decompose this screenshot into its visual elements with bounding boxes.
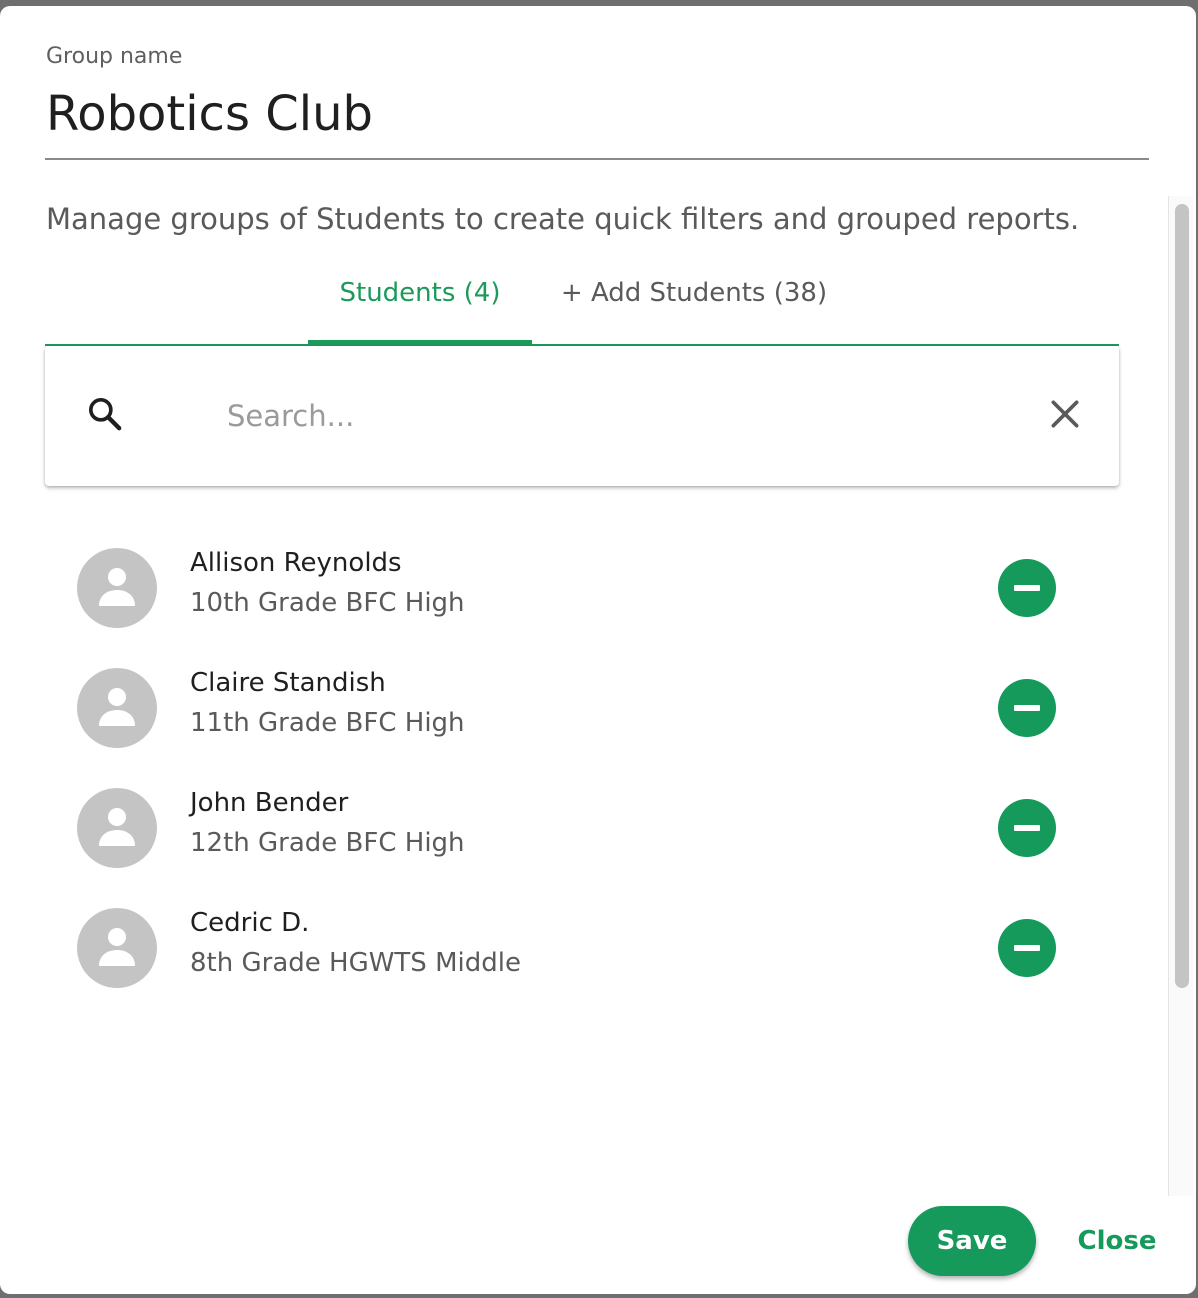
avatar — [77, 908, 157, 988]
person-icon — [99, 928, 135, 966]
student-detail: 10th Grade BFC High — [190, 588, 465, 618]
minus-circle-icon — [1014, 945, 1040, 951]
person-icon — [99, 808, 135, 846]
avatar — [77, 668, 157, 748]
list-item: John Bender 12th Grade BFC High — [45, 766, 1119, 886]
minus-circle-icon — [1014, 585, 1040, 591]
search-bar — [45, 346, 1119, 486]
student-name: John Bender — [190, 788, 349, 818]
student-name: Cedric D. — [190, 908, 310, 938]
remove-student-button[interactable] — [998, 559, 1056, 617]
search-input[interactable] — [225, 391, 1029, 441]
student-detail: 8th Grade HGWTS Middle — [190, 948, 521, 978]
scrollbar-thumb[interactable] — [1175, 204, 1189, 988]
tab-bar: Students (4) + Add Students (38) — [45, 264, 1119, 346]
group-name-underline — [45, 158, 1149, 160]
minus-circle-icon — [1014, 705, 1040, 711]
search-icon — [89, 398, 122, 431]
student-detail: 11th Grade BFC High — [190, 708, 465, 738]
remove-student-button[interactable] — [998, 679, 1056, 737]
group-name-field[interactable]: Robotics Club — [46, 86, 373, 144]
manage-group-dialog: Group name Robotics Club Manage groups o… — [0, 6, 1196, 1294]
person-icon — [99, 688, 135, 726]
remove-student-button[interactable] — [998, 799, 1056, 857]
list-item: Allison Reynolds 10th Grade BFC High — [45, 526, 1119, 646]
close-icon[interactable] — [1045, 394, 1085, 434]
list-item: Claire Standish 11th Grade BFC High — [45, 646, 1119, 766]
avatar — [77, 548, 157, 628]
tab-add-students[interactable]: + Add Students (38) — [545, 264, 843, 340]
avatar — [77, 788, 157, 868]
dialog-description: Manage groups of Students to create quic… — [46, 202, 1080, 236]
close-button[interactable]: Close — [1072, 1206, 1162, 1276]
group-name-label: Group name — [46, 44, 183, 69]
student-detail: 12th Grade BFC High — [190, 828, 465, 858]
list-item: Cedric D. 8th Grade HGWTS Middle — [45, 886, 1119, 1006]
person-icon — [99, 568, 135, 606]
minus-circle-icon — [1014, 825, 1040, 831]
remove-student-button[interactable] — [998, 919, 1056, 977]
save-button[interactable]: Save — [908, 1206, 1036, 1276]
student-name: Claire Standish — [190, 668, 386, 698]
student-name: Allison Reynolds — [190, 548, 402, 578]
tab-students[interactable]: Students (4) — [308, 264, 532, 344]
